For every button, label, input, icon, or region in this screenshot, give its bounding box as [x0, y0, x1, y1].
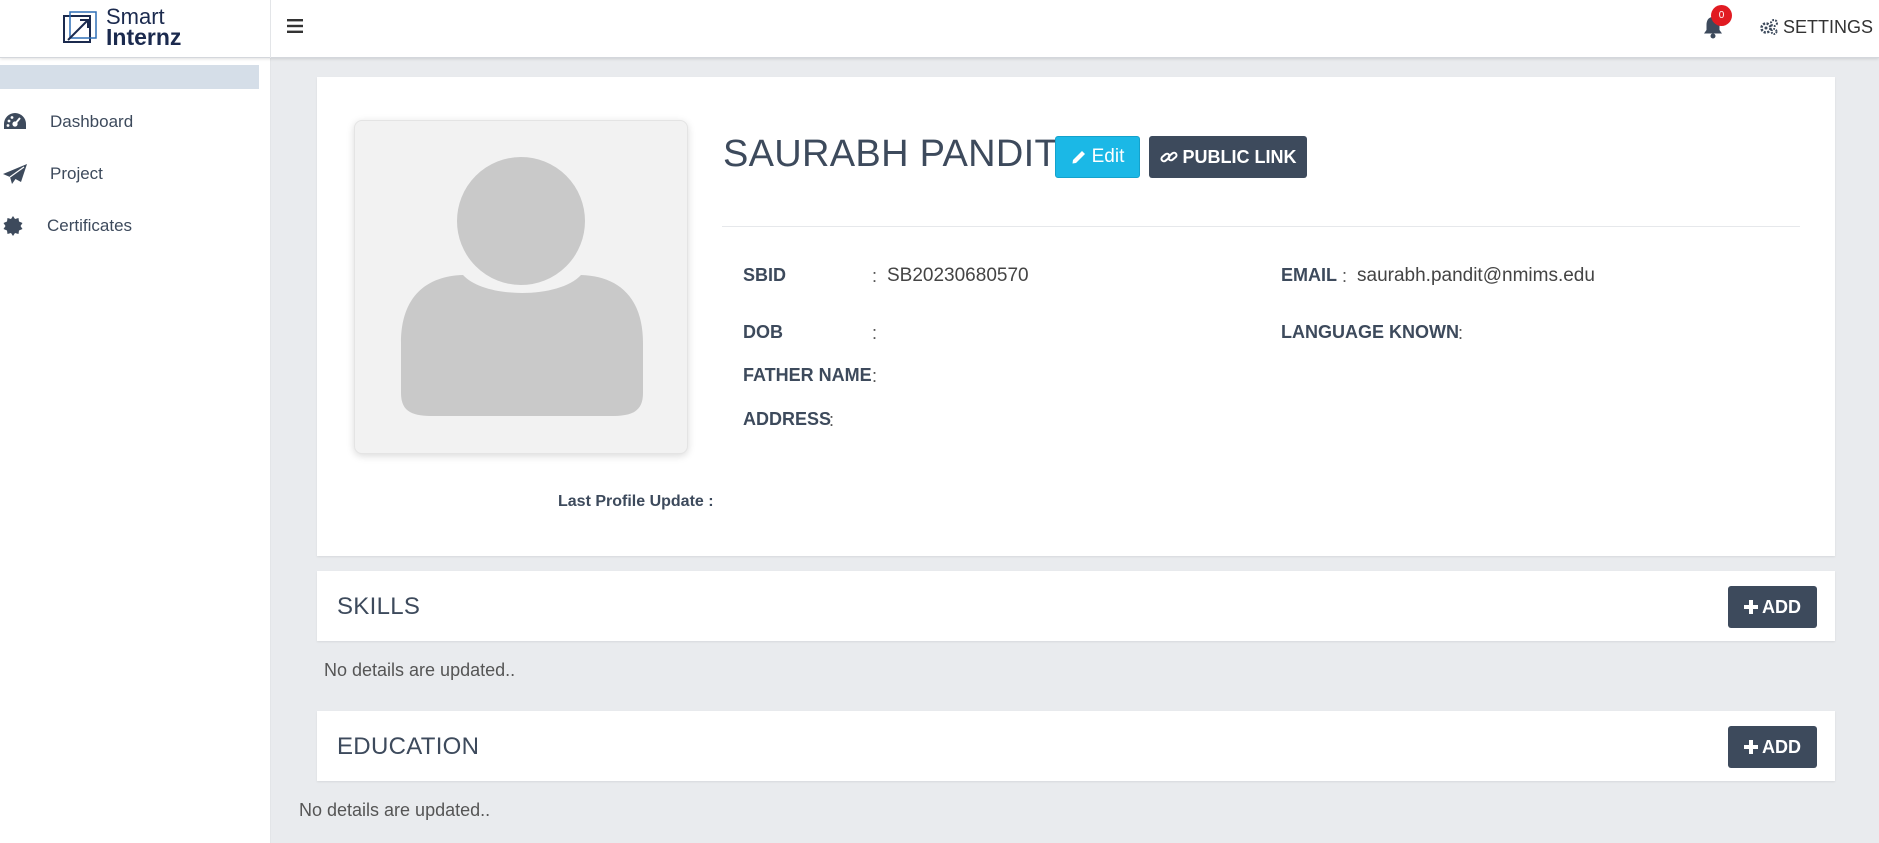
dob-label: DOB [743, 322, 783, 342]
plus-icon [1744, 600, 1758, 614]
dashboard-icon [4, 113, 26, 129]
sidebar-item-project[interactable]: Project [0, 159, 260, 189]
sidebar-item-label: Dashboard [50, 112, 134, 131]
paper-plane-icon [3, 164, 27, 184]
profile-name: SAURABH PANDIT [723, 133, 1058, 175]
logo-text: Smart Internz [106, 6, 182, 50]
user-placeholder-icon [401, 147, 643, 416]
profile-card: SAURABH PANDIT Edit PUBLIC LINK SBID : S… [317, 77, 1835, 556]
profile-divider [722, 226, 1800, 227]
brand-logo[interactable]: Smart Internz [0, 0, 271, 58]
email-colon: : [1342, 266, 1348, 286]
gears-icon [1760, 19, 1778, 35]
education-empty-message: No details are updated.. [299, 800, 491, 820]
plus-icon [1744, 740, 1758, 754]
skills-title: SKILLS [337, 593, 421, 620]
father-name-colon: : [872, 366, 878, 386]
add-skill-button[interactable]: ADD [1728, 586, 1817, 628]
logo-line-2: Internz [106, 24, 182, 50]
sidebar-item-label: Project [50, 164, 103, 183]
sbid-colon: : [872, 266, 878, 286]
language-label: LANGUAGE KNOWN [1281, 322, 1459, 342]
email-value: saurabh.pandit@nmims.edu [1357, 265, 1595, 286]
public-link-label: PUBLIC LINK [1182, 146, 1297, 167]
sidebar: Dashboard Project Certificates [0, 58, 271, 843]
skills-section: SKILLS ADD [317, 571, 1835, 641]
notification-badge: 0 [1711, 5, 1732, 26]
sidebar-item-dashboard[interactable]: Dashboard [0, 107, 260, 137]
logo-icon [63, 11, 97, 43]
add-education-button[interactable]: ADD [1728, 726, 1817, 768]
hamburger-icon [287, 19, 303, 33]
address-label: ADDRESS [743, 409, 832, 429]
public-link-button[interactable]: PUBLIC LINK [1149, 136, 1307, 178]
sidebar-search-strip [0, 65, 259, 89]
menu-toggle-icon[interactable] [287, 14, 311, 38]
sidebar-item-certificates[interactable]: Certificates [0, 211, 260, 241]
settings-label: SETTINGS [1783, 16, 1874, 37]
last-profile-update: Last Profile Update : [558, 493, 714, 510]
address-colon: : [829, 410, 835, 430]
email-label: EMAIL [1281, 265, 1337, 285]
edit-label: Edit [1091, 146, 1125, 167]
edit-profile-button[interactable]: Edit [1055, 136, 1140, 178]
add-label: ADD [1762, 596, 1801, 617]
sbid-label: SBID [743, 265, 787, 285]
add-label: ADD [1762, 736, 1801, 757]
top-header: Smart Internz 0 SETTINGS [0, 0, 1879, 58]
avatar [354, 120, 688, 454]
skills-empty-message: No details are updated.. [324, 660, 516, 680]
education-title: EDUCATION [337, 733, 480, 760]
education-section: EDUCATION ADD [317, 711, 1835, 781]
dob-colon: : [872, 323, 878, 343]
sidebar-item-label: Certificates [47, 216, 133, 235]
pencil-icon [1072, 151, 1085, 164]
father-name-label: FATHER NAME [743, 365, 872, 385]
link-icon [1159, 151, 1178, 163]
language-colon: : [1458, 323, 1464, 343]
sbid-value: SB20230680570 [887, 265, 1029, 286]
settings-button[interactable]: SETTINGS [1759, 15, 1873, 39]
badge-icon [3, 216, 23, 236]
